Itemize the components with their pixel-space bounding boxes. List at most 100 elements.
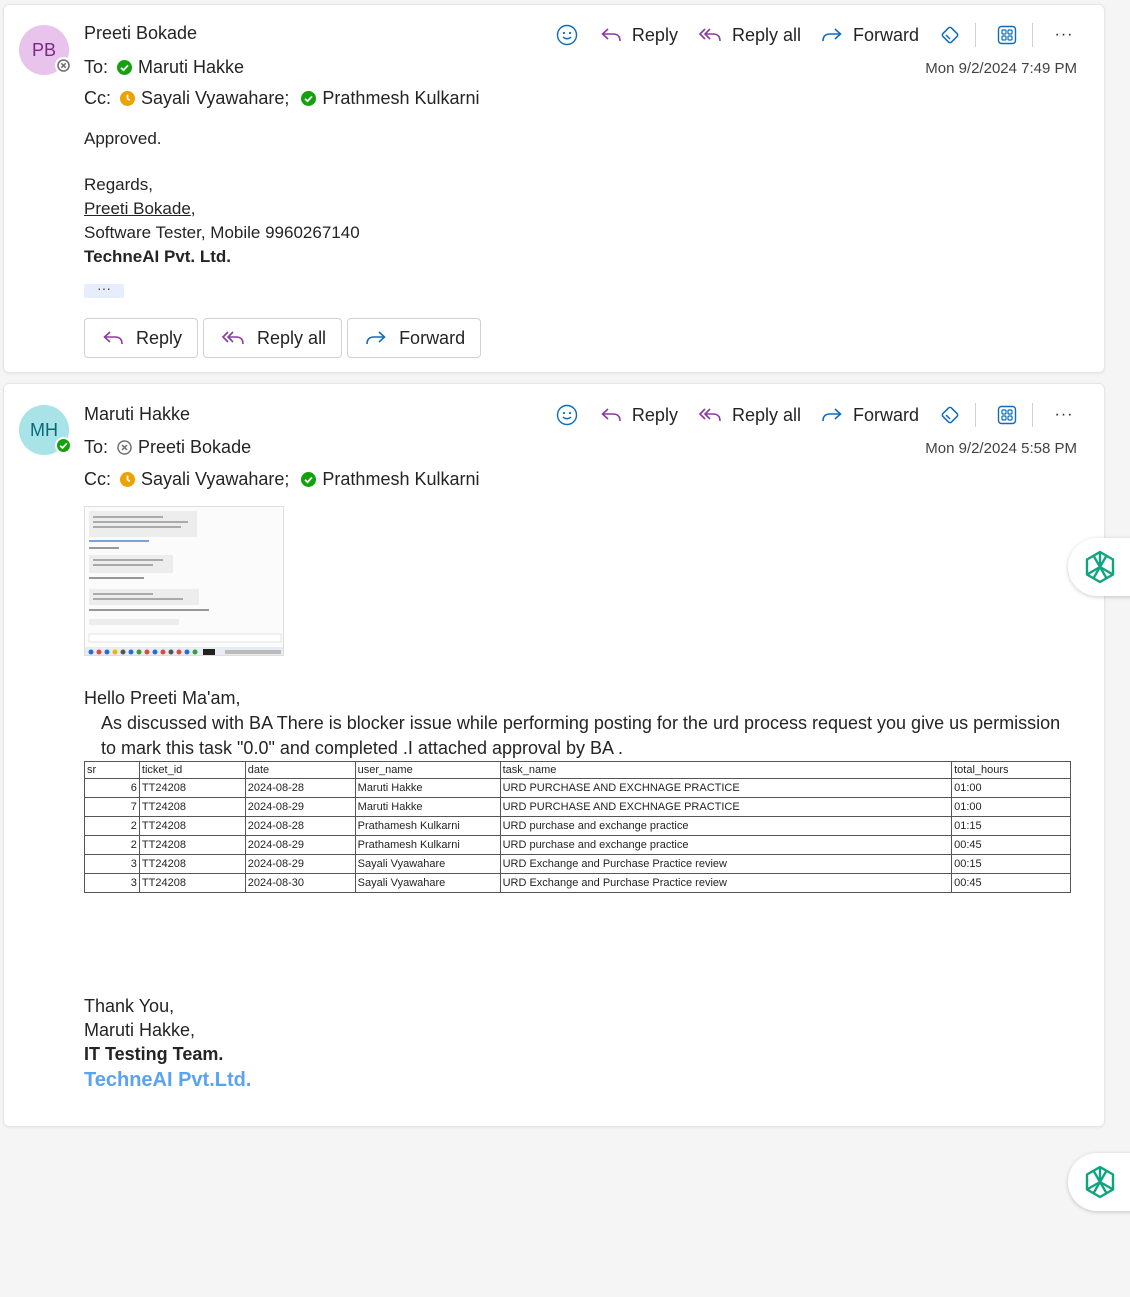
emoji-reaction-icon[interactable] — [554, 402, 580, 428]
reply-all-icon — [698, 28, 721, 42]
body-regards: Regards, — [84, 175, 153, 194]
table-cell: 2024-08-30 — [244, 873, 356, 893]
apps-icon[interactable] — [994, 402, 1020, 428]
table-cell: 00:45 — [951, 873, 1071, 893]
reply-icon — [601, 408, 621, 422]
table-cell: 7 — [84, 797, 140, 817]
loop-app-icon[interactable] — [937, 22, 963, 48]
more-actions-icon[interactable]: ··· — [1051, 402, 1077, 428]
reply-button[interactable]: Reply — [600, 405, 678, 426]
table-row: 2 TT24208 2024-08-29 Prathamesh Kulkarni URD… — [84, 835, 1071, 855]
presence-away-icon — [120, 472, 135, 487]
forward-button[interactable]: Forward — [821, 405, 919, 426]
forward-button[interactable]: Forward — [821, 25, 919, 46]
forward-icon — [822, 28, 842, 42]
recipient-cc[interactable]: Sayali Vyawahare; — [120, 88, 289, 109]
table-header-cell: date — [244, 761, 356, 779]
to-line: To: Preeti Bokade — [84, 437, 263, 458]
table-cell: 2024-08-29 — [244, 854, 356, 874]
avatar-initials: MH — [30, 419, 58, 440]
table-cell: Sayali Vyawahare — [354, 873, 501, 893]
sender-name[interactable]: Preeti Bokade — [84, 23, 197, 44]
recipient-to[interactable]: Maruti Hakke — [117, 57, 244, 78]
table-cell: 2024-08-29 — [244, 797, 356, 817]
table-header-row: sr ticket_id date user_name task_name total_h… — [84, 761, 1071, 779]
message-date: Mon 9/2/2024 5:58 PM — [925, 440, 1077, 457]
table-cell: TT24208 — [138, 797, 246, 817]
email-message-1: PB Preeti Bokade To: Maruti Hakke Cc: Sa… — [3, 4, 1105, 373]
recipient-to[interactable]: Preeti Bokade — [117, 437, 251, 458]
table-cell: 00:15 — [951, 854, 1071, 874]
loop-app-icon[interactable] — [937, 402, 963, 428]
emoji-reaction-icon[interactable] — [554, 22, 580, 48]
table-cell: TT24208 — [138, 778, 246, 798]
recipient-cc[interactable]: Sayali Vyawahare; — [120, 469, 289, 490]
presence-away-icon — [120, 91, 135, 106]
table-cell: 2 — [84, 816, 140, 836]
table-cell: URD purchase and exchange practice — [499, 835, 953, 855]
reply-button[interactable]: Reply — [84, 318, 199, 358]
avatar-initials: PB — [31, 39, 56, 60]
table-cell: TT24208 — [138, 873, 246, 893]
forward-button[interactable]: Forward — [347, 318, 482, 358]
table-cell: URD purchase and exchange practice — [499, 816, 953, 836]
attached-image-thumbnail[interactable] — [84, 506, 284, 656]
presence-offline-icon — [55, 57, 72, 74]
recipient-name: Prathmesh Kulkarni — [322, 469, 480, 489]
reply-button[interactable]: Reply — [600, 25, 678, 46]
recipient-name: Sayali Vyawahare; — [141, 88, 290, 108]
sender-name[interactable]: Maruti Hakke — [84, 404, 190, 425]
signature-name-link[interactable]: Preeti Bokade — [84, 199, 191, 218]
reply-all-button[interactable]: Reply all — [698, 25, 801, 46]
to-line: To: Maruti Hakke — [84, 57, 256, 78]
table-cell: 2024-08-29 — [244, 835, 356, 855]
email-message-2: MH Maruti Hakke To: Preeti Bokade Cc: Sa… — [3, 383, 1105, 1127]
copilot-button[interactable] — [1068, 1153, 1130, 1211]
body-paragraph: As discussed with BA There is blocker is… — [101, 713, 1061, 758]
table-cell: URD Exchange and Purchase Practice revie… — [499, 873, 953, 893]
body-greeting: Hello Preeti Ma'am, — [84, 688, 241, 708]
reply-all-button[interactable]: Reply all — [203, 318, 343, 358]
show-quoted-text-button[interactable]: ··· — [84, 281, 124, 298]
to-label: To: — [84, 437, 109, 457]
presence-available-icon — [301, 472, 317, 487]
table-row: 3 TT24208 2024-08-29 Sayali Vyawahare URD Ex… — [84, 854, 1071, 874]
signature-team: IT Testing Team. — [84, 1044, 224, 1064]
table-row: 3 TT24208 2024-08-30 Sayali Vyawahare URD Ex… — [84, 873, 1071, 893]
cc-label: Cc: — [84, 469, 111, 489]
table-cell: URD PURCHASE AND EXCHNAGE PRACTICE — [499, 778, 953, 798]
message-toolbar: Reply Reply all Forward ··· — [536, 402, 1077, 428]
presence-offline-icon — [117, 440, 132, 455]
reply-all-button[interactable]: Reply all — [698, 405, 801, 426]
table-cell: 2024-08-28 — [244, 816, 356, 836]
forward-icon — [366, 331, 386, 345]
table-cell: TT24208 — [138, 835, 246, 855]
avatar[interactable]: PB — [19, 25, 72, 75]
table-cell: TT24208 — [138, 816, 246, 836]
cc-line: Cc: Sayali Vyawahare; Prathmesh Kulkarni — [84, 88, 492, 109]
toolbar-divider — [1032, 23, 1033, 47]
table-cell: Sayali Vyawahare — [354, 854, 501, 874]
recipient-cc[interactable]: Prathmesh Kulkarni — [301, 88, 480, 109]
table-row: 2 TT24208 2024-08-28 Prathamesh Kulkarni URD… — [84, 816, 1071, 836]
table-row: 7 TT24208 2024-08-29 Maruti Hakke URD PURCHA… — [84, 797, 1071, 817]
avatar[interactable]: MH — [19, 405, 72, 455]
table-cell: 01:15 — [951, 816, 1071, 836]
presence-available-icon — [55, 437, 72, 454]
presence-available-icon — [117, 60, 133, 75]
table-cell: 00:45 — [951, 835, 1071, 855]
bottom-actions: Reply Reply all Forward — [84, 318, 486, 358]
recipient-name: Sayali Vyawahare; — [141, 469, 290, 489]
recipient-name: Maruti Hakke — [138, 57, 245, 77]
table-cell: 3 — [84, 854, 140, 874]
signature-thanks: Thank You, — [84, 996, 175, 1016]
table-cell: Prathamesh Kulkarni — [354, 835, 501, 855]
signature-role: Software Tester, Mobile 9960267140 — [84, 223, 360, 242]
recipient-cc[interactable]: Prathmesh Kulkarni — [301, 469, 480, 490]
apps-icon[interactable] — [994, 22, 1020, 48]
recipient-name: Preeti Bokade — [138, 437, 252, 457]
more-actions-icon[interactable]: ··· — [1051, 22, 1077, 48]
table-header-cell: ticket_id — [138, 761, 246, 779]
toolbar-divider — [975, 23, 976, 47]
copilot-button[interactable] — [1068, 538, 1130, 596]
